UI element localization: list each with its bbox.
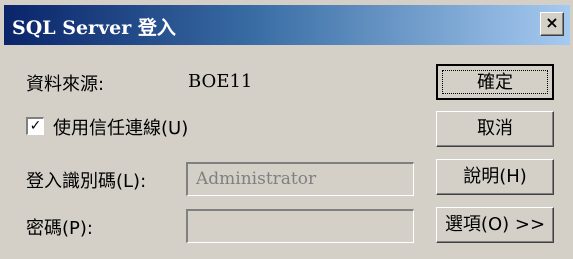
trusted-connection-checkbox[interactable]: ✓ (26, 117, 44, 135)
cancel-button[interactable]: 取消 (436, 111, 554, 147)
help-button[interactable]: 說明(H) (436, 159, 554, 195)
ok-button-label: 確定 (442, 70, 548, 94)
window-title: SQL Server 登入 (12, 17, 176, 39)
datasource-label: 資料來源: (26, 74, 105, 95)
datasource-value: BOE11 (188, 71, 253, 92)
login-id-field[interactable]: Administrator (186, 162, 414, 196)
ok-button[interactable]: 確定 (436, 64, 554, 100)
options-button[interactable]: 選項(O) >> (436, 207, 554, 243)
title-bar[interactable]: SQL Server 登入 × (4, 5, 570, 45)
close-button[interactable]: × (540, 12, 564, 36)
checkmark-icon: ✓ (29, 118, 42, 134)
login-id-label: 登入識別碼(L): (26, 171, 147, 192)
trusted-connection-label[interactable]: 使用信任連線(U) (53, 114, 188, 140)
password-field[interactable] (186, 209, 414, 243)
password-label: 密碼(P): (26, 218, 93, 239)
sql-server-login-dialog: SQL Server 登入 × 資料來源: BOE11 ✓ 使用信任連線(U) … (0, 0, 573, 259)
